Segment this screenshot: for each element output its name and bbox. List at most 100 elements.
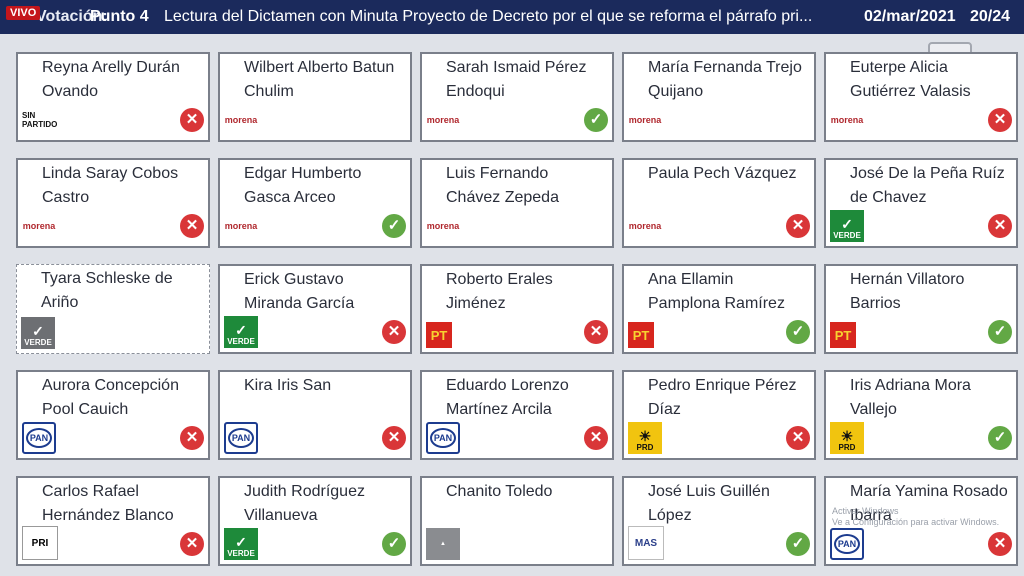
legislator-card: Eduardo Lorenzo Martínez Arcila PAN ✕: [420, 370, 614, 460]
legislator-name: Paula Pech Vázquez: [648, 165, 797, 182]
legislator-card: Carlos Rafael Hernández Blanco PRI ✕: [16, 476, 210, 566]
cross-icon: ✕: [180, 532, 204, 556]
legislator-name: Pedro Enrique Pérez Díaz: [648, 377, 797, 418]
party-label: MAS: [634, 537, 658, 549]
party-label: morena: [22, 221, 56, 231]
legislator-card: Reyna Arelly Durán Ovando SIN PARTIDO ✕: [16, 52, 210, 142]
party-label: morena: [628, 221, 662, 231]
party-label: PAN: [430, 428, 456, 448]
party-label: VERDE: [24, 338, 52, 347]
party-label: PAN: [834, 534, 860, 554]
legislator-card: Erick Gustavo Miranda García ✓ VERDE ✕: [218, 264, 412, 354]
pan-logo: PAN: [224, 422, 258, 454]
vote-grid: Reyna Arelly Durán Ovando SIN PARTIDO ✕ Wil…: [16, 52, 1018, 572]
party-label: PAN: [228, 428, 254, 448]
party-label: VERDE: [227, 549, 255, 558]
legislator-card: Roberto Erales Jiménez PT ✕: [420, 264, 614, 354]
check-icon: ✓: [988, 320, 1012, 344]
party-label: morena: [830, 115, 864, 125]
legislator-name: Edgar Humberto Gasca Arceo: [244, 165, 362, 206]
cross-icon: ✕: [382, 320, 406, 344]
legislator-name: Hernán Villatoro Barrios: [850, 271, 965, 312]
eagle-logo-icon: ▲: [426, 528, 460, 560]
legislator-name: Tyara Schleske de Ariño: [41, 270, 173, 311]
legislator-name: Roberto Erales Jiménez: [446, 271, 553, 312]
verde-logo: ✓ VERDE: [224, 316, 258, 348]
legislator-card: José Luis Guillén López MAS ✓: [622, 476, 816, 566]
check-icon: ✓: [382, 532, 406, 556]
morena-logo: morena: [426, 104, 460, 136]
morena-logo: morena: [224, 104, 258, 136]
cross-icon: ✕: [180, 426, 204, 450]
party-label: PT: [430, 327, 448, 343]
party-label: PRD: [636, 443, 654, 452]
cross-icon: ✕: [382, 426, 406, 450]
cross-icon: ✕: [988, 108, 1012, 132]
pt-logo: PT: [426, 322, 452, 348]
sun-icon: ☀: [638, 428, 652, 444]
cross-icon: ✕: [180, 214, 204, 238]
legislator-name: Eduardo Lorenzo Martínez Arcila: [446, 377, 569, 418]
cross-icon: ✕: [786, 426, 810, 450]
party-label: morena: [224, 115, 258, 125]
pan-logo: PAN: [426, 422, 460, 454]
legislator-card: María Fernanda Trejo Quijano morena: [622, 52, 816, 142]
toucan-icon: ✓: [32, 323, 44, 339]
morena-logo: morena: [628, 210, 662, 242]
verde-logo: ✓ VERDE: [21, 317, 55, 349]
legislator-name: Erick Gustavo Miranda García: [244, 271, 355, 312]
pt-logo: PT: [628, 322, 654, 348]
legislator-card: Ana Ellamin Pamplona Ramírez PT ✓: [622, 264, 816, 354]
check-icon: ✓: [584, 108, 608, 132]
legislator-card: Edgar Humberto Gasca Arceo morena ✓: [218, 158, 412, 248]
legislator-name: Aurora Concepción Pool Cauich: [42, 377, 179, 418]
check-icon: ✓: [382, 214, 406, 238]
legislator-name: Judith Rodríguez Villanueva: [244, 483, 365, 524]
legislator-card: Euterpe Alicia Gutiérrez Valasis morena ✕: [824, 52, 1018, 142]
prd-logo: ☀ PRD: [830, 422, 864, 454]
toucan-icon: ✓: [235, 534, 247, 550]
mas-logo: MAS: [628, 526, 664, 560]
legislator-card: Hernán Villatoro Barrios PT ✓: [824, 264, 1018, 354]
morena-logo: morena: [426, 210, 460, 242]
party-label: morena: [224, 221, 258, 231]
legislator-name: Kira Iris San: [244, 377, 332, 394]
toucan-icon: ✓: [235, 322, 247, 338]
legislator-card: Judith Rodríguez Villanueva ✓ VERDE ✓: [218, 476, 412, 566]
morena-logo: morena: [22, 210, 56, 242]
legislator-name: Euterpe Alicia Gutiérrez Valasis: [850, 59, 971, 100]
watermark-line-2: Ve a Configuración para activar Windows.: [832, 517, 1000, 527]
legislator-card: Wilbert Alberto Batun Chulim morena: [218, 52, 412, 142]
party-label: VERDE: [833, 231, 861, 240]
watermark-line-1: Activar Windows: [832, 506, 899, 516]
party-label: PRI: [31, 537, 49, 549]
legislator-card: Chanito Toledo ▲: [420, 476, 614, 566]
morena-logo: morena: [830, 104, 864, 136]
verde-logo: ✓ VERDE: [224, 528, 258, 560]
cross-icon: ✕: [786, 214, 810, 238]
pt-logo: PT: [830, 322, 856, 348]
toucan-icon: ✓: [841, 216, 853, 232]
legislator-name: Chanito Toledo: [446, 483, 553, 500]
sin-partido-logo: SIN PARTIDO: [22, 104, 62, 136]
party-label: SIN PARTIDO: [22, 111, 58, 129]
session-date: 02/mar/2021: [864, 8, 956, 25]
pan-logo: PAN: [22, 422, 56, 454]
pan-logo: PAN: [830, 528, 864, 560]
party-label: morena: [426, 115, 460, 125]
check-icon: ✓: [786, 532, 810, 556]
legislator-name: María Fernanda Trejo Quijano: [648, 59, 802, 100]
legislator-name: Reyna Arelly Durán Ovando: [42, 59, 180, 100]
legislator-card: Iris Adriana Mora Vallejo ☀ PRD ✓: [824, 370, 1018, 460]
legislator-card: Kira Iris San PAN ✕: [218, 370, 412, 460]
party-label: morena: [628, 115, 662, 125]
morena-logo: morena: [628, 104, 662, 136]
legislator-name: José De la Peña Ruíz de Chavez: [850, 165, 1005, 206]
windows-activation-watermark: Activar Windows Ve a Configuración para …: [832, 506, 999, 528]
legislator-name: Iris Adriana Mora Vallejo: [850, 377, 971, 418]
cross-icon: ✕: [988, 532, 1012, 556]
check-icon: ✓: [988, 426, 1012, 450]
verde-logo: ✓ VERDE: [830, 210, 864, 242]
legislator-name: Ana Ellamin Pamplona Ramírez: [648, 271, 785, 312]
party-label: morena: [426, 221, 460, 231]
